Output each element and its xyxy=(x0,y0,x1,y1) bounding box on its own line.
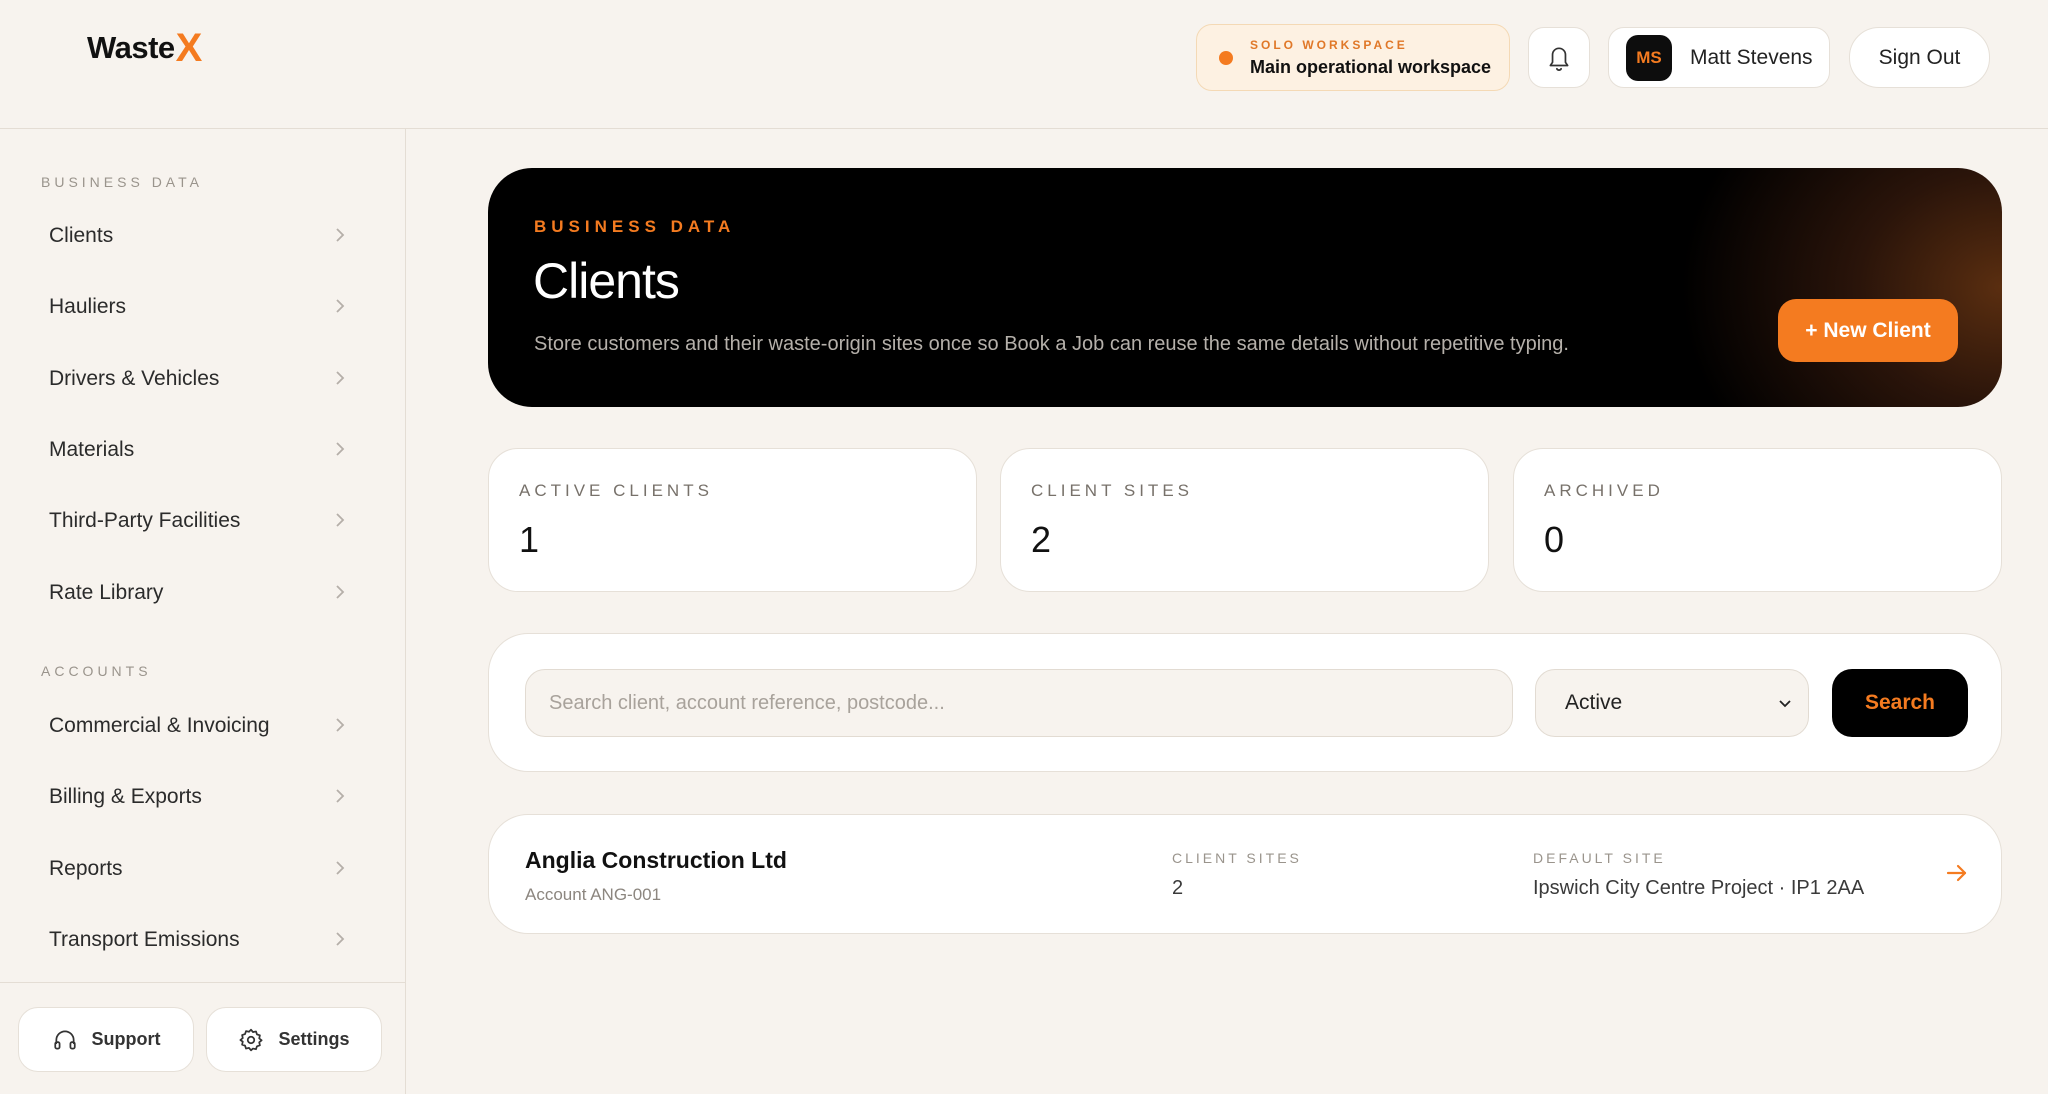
sidebar-item-label: Commercial & Invoicing xyxy=(49,714,270,737)
settings-label: Settings xyxy=(278,1029,350,1049)
arrow-right-icon[interactable] xyxy=(1945,863,1969,883)
sidebar-item-label: Billing & Exports xyxy=(49,785,202,808)
default-site-label: DEFAULT SITE xyxy=(1533,850,1666,866)
page-hero: BUSINESS DATA Clients Store customers an… xyxy=(488,168,2002,407)
chevron-right-icon xyxy=(336,718,345,732)
chevron-right-icon xyxy=(336,585,345,599)
page-description: Store customers and their waste-origin s… xyxy=(534,333,1569,355)
chevron-right-icon xyxy=(336,371,345,385)
user-name: Matt Stevens xyxy=(1690,45,1813,69)
notifications-button[interactable] xyxy=(1528,27,1590,88)
stat-card-active-clients: ACTIVE CLIENTS 1 xyxy=(488,448,977,592)
hero-eyebrow: BUSINESS DATA xyxy=(534,217,736,236)
sidebar-item-label: Rate Library xyxy=(49,581,164,604)
avatar: MS xyxy=(1626,34,1672,81)
sidebar-item-label: Clients xyxy=(49,224,114,247)
bell-icon xyxy=(1549,46,1569,71)
sidebar-item-label: Third-Party Facilities xyxy=(49,509,241,532)
stat-card-client-sites: CLIENT SITES 2 xyxy=(1000,448,1489,592)
logo-text: Waste xyxy=(87,30,175,65)
workspace-switcher[interactable]: SOLO WORKSPACE Main operational workspac… xyxy=(1196,24,1510,91)
sidebar-item-label: Materials xyxy=(49,438,135,461)
stat-value: 2 xyxy=(1031,519,1052,560)
sidebar-item-commercial-invoicing[interactable]: Commercial & Invoicing xyxy=(0,698,406,754)
workspace-label: SOLO WORKSPACE xyxy=(1250,37,1408,52)
sidebar-item-label: Hauliers xyxy=(49,295,127,318)
client-search-input[interactable] xyxy=(525,669,1513,737)
chevron-right-icon xyxy=(336,513,345,527)
stat-label: ARCHIVED xyxy=(1544,481,1664,500)
stat-value: 1 xyxy=(519,519,540,560)
status-filter-value: Active xyxy=(1565,691,1623,714)
stat-value: 0 xyxy=(1544,519,1565,560)
chevron-right-icon xyxy=(336,299,345,313)
chevron-right-icon xyxy=(336,789,345,803)
settings-button[interactable]: Settings xyxy=(206,1007,382,1072)
sidebar-section-business-data: BUSINESS DATA xyxy=(41,174,203,190)
support-label: Support xyxy=(91,1029,161,1049)
new-client-button[interactable]: + New Client xyxy=(1778,299,1958,362)
client-list-item[interactable]: Anglia Construction Ltd Account ANG-001 … xyxy=(488,814,2002,934)
sidebar-item-label: Drivers & Vehicles xyxy=(49,367,220,390)
chevron-right-icon xyxy=(336,861,345,875)
logo-x-mark: X xyxy=(175,26,203,70)
search-button[interactable]: Search xyxy=(1832,669,1968,737)
sidebar-item-reports[interactable]: Reports xyxy=(0,841,406,897)
sidebar-section-accounts: ACCOUNTS xyxy=(41,663,152,679)
sidebar-item-rate-library[interactable]: Rate Library xyxy=(0,565,406,621)
sidebar-item-third-party-facilities[interactable]: Third-Party Facilities xyxy=(0,493,406,549)
page-title: Clients xyxy=(533,253,680,309)
sidebar-item-clients[interactable]: Clients xyxy=(0,208,406,264)
sidebar-footer: Support Settings xyxy=(0,982,406,1094)
workspace-status-dot xyxy=(1219,50,1233,65)
support-button[interactable]: Support xyxy=(18,1007,194,1072)
sidebar-item-billing-exports[interactable]: Billing & Exports xyxy=(0,769,406,825)
user-menu-button[interactable]: MS Matt Stevens xyxy=(1608,27,1830,88)
stat-card-archived: ARCHIVED 0 xyxy=(1513,448,2002,592)
chevron-right-icon xyxy=(336,932,345,946)
sidebar-item-hauliers[interactable]: Hauliers xyxy=(0,279,406,335)
stat-label: ACTIVE CLIENTS xyxy=(519,481,713,500)
sidebar-item-transport-emissions[interactable]: Transport Emissions xyxy=(0,912,406,968)
sidebar-item-drivers-vehicles[interactable]: Drivers & Vehicles xyxy=(0,351,406,407)
sidebar-item-label: Transport Emissions xyxy=(49,928,240,951)
chevron-right-icon xyxy=(336,442,345,456)
top-bar: Waste X SOLO WORKSPACE Main operational w… xyxy=(0,0,2048,129)
client-sites-value: 2 xyxy=(1172,877,1184,899)
sidebar-item-label: Reports xyxy=(49,857,123,880)
client-filter-bar: Active Search xyxy=(488,633,2002,772)
client-name: Anglia Construction Ltd xyxy=(525,847,787,873)
status-filter-select[interactable]: Active xyxy=(1535,669,1809,737)
workspace-name: Main operational workspace xyxy=(1250,56,1492,77)
stat-label: CLIENT SITES xyxy=(1031,481,1193,500)
default-site-value: Ipswich City Centre Project · IP1 2AA xyxy=(1533,877,1865,899)
chevron-right-icon xyxy=(336,228,345,242)
headphones-icon xyxy=(53,1029,76,1050)
sidebar: BUSINESS DATA Clients Hauliers Drivers &… xyxy=(0,129,406,1094)
sidebar-item-materials[interactable]: Materials xyxy=(0,422,406,478)
wastex-logo[interactable]: Waste X xyxy=(87,28,202,68)
sign-out-button[interactable]: Sign Out xyxy=(1849,27,1990,88)
chevron-down-icon xyxy=(1779,700,1791,708)
gear-icon xyxy=(240,1028,263,1051)
client-sites-label: CLIENT SITES xyxy=(1172,850,1302,866)
client-account-ref: Account ANG-001 xyxy=(525,885,662,904)
